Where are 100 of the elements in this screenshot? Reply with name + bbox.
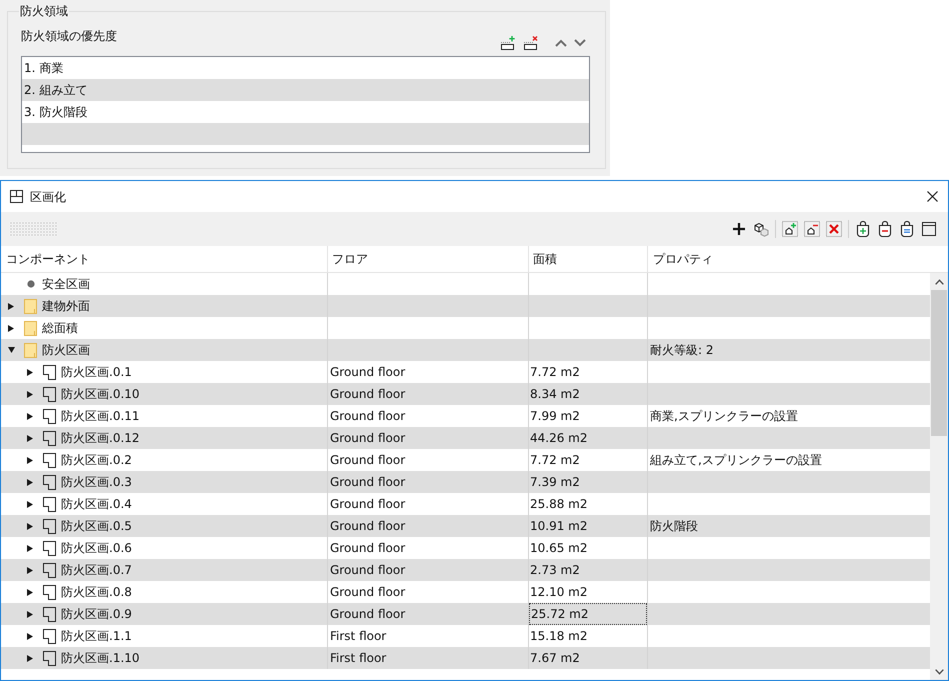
- caret-right-icon[interactable]: [8, 324, 14, 332]
- list-item[interactable]: 2. 組み立て: [22, 79, 589, 101]
- table-cell-text: 商業,スプリンクラーの設置: [650, 408, 798, 425]
- table-cell-text: 10.65 m2: [529, 540, 588, 557]
- chevron-down-icon[interactable]: [934, 668, 944, 674]
- cubes-icon[interactable]: [753, 221, 769, 237]
- window-icon[interactable]: [921, 221, 937, 237]
- scrollbar-thumb[interactable]: [931, 290, 947, 436]
- table-row[interactable]: 防火区画.0.10 Ground floor 8.34 m2: [1, 383, 930, 405]
- table-cell-text: Ground floor: [330, 518, 406, 535]
- bag-plus-icon[interactable]: [855, 221, 871, 237]
- tree-item-label: 防火区画.0.5: [61, 518, 132, 535]
- column-header[interactable]: 面積: [529, 246, 648, 272]
- table-cell-text: 44.26 m2: [529, 430, 588, 447]
- delete-icon[interactable]: [826, 221, 842, 237]
- caret-right-icon[interactable]: [27, 478, 33, 486]
- group-title: 防火領域: [19, 4, 69, 18]
- chevron-down-icon[interactable]: [574, 39, 586, 47]
- room-outline-icon: [43, 518, 56, 534]
- row-remove-icon[interactable]: [523, 36, 539, 50]
- room-outline-icon: [43, 364, 56, 380]
- plus-icon[interactable]: [731, 221, 747, 237]
- caret-down-icon[interactable]: [8, 347, 15, 353]
- tree-item-label: 防火区画.0.8: [61, 584, 132, 601]
- caret-right-icon[interactable]: [27, 456, 33, 464]
- window-title: 区画化: [30, 188, 66, 206]
- room-outline-icon: [43, 474, 56, 490]
- table-cell-text: 7.67 m2: [529, 650, 581, 667]
- column-header[interactable]: コンポーネント: [1, 246, 328, 272]
- column-header[interactable]: プロパティ: [648, 246, 930, 272]
- column-header[interactable]: フロア: [328, 246, 529, 272]
- list-label: 防火領域の優先度: [21, 28, 117, 45]
- tree-item-label: 防火区画.0.3: [61, 474, 132, 491]
- table-cell-text: 7.39 m2: [529, 474, 581, 491]
- table-cell-text: Ground floor: [330, 474, 406, 491]
- caret-right-icon[interactable]: [27, 654, 33, 662]
- tree-item-label: 総面積: [42, 320, 78, 337]
- room-outline-icon: [43, 386, 56, 402]
- table-cell-text: 7.99 m2: [529, 408, 581, 425]
- folder-icon: [24, 320, 37, 336]
- table-cell-text: 耐火等級: 2: [650, 342, 714, 359]
- caret-right-icon[interactable]: [27, 632, 33, 640]
- folder-icon: [24, 342, 37, 358]
- bag-minus-icon[interactable]: [877, 221, 893, 237]
- table-row[interactable]: 防火区画.1.10 First floor 7.67 m2: [1, 647, 930, 669]
- caret-right-icon[interactable]: [27, 434, 33, 442]
- table-cell-text: First floor: [330, 650, 386, 667]
- caret-right-icon[interactable]: [27, 610, 33, 618]
- chevron-up-icon[interactable]: [934, 278, 944, 284]
- table-cell-text: 25.88 m2: [529, 496, 588, 513]
- tree-item-label: 防火区画.0.7: [61, 562, 132, 579]
- tree-item-label: 建物外面: [42, 298, 90, 315]
- scrollbar[interactable]: [930, 273, 948, 680]
- table-row[interactable]: 防火区画.0.3 Ground floor 7.39 m2: [1, 471, 930, 493]
- bag-equals-icon[interactable]: [899, 221, 915, 237]
- table-cell-text: Ground floor: [330, 496, 406, 513]
- tree-item-label: 防火区画.0.11: [61, 408, 140, 425]
- table-cell-text: 防火階段: [650, 518, 698, 535]
- caret-right-icon[interactable]: [27, 500, 33, 508]
- caret-right-icon[interactable]: [27, 566, 33, 574]
- dotted-box-minus-icon[interactable]: [804, 221, 820, 237]
- table-cell-text: 7.72 m2: [529, 452, 581, 469]
- room-outline-icon: [43, 430, 56, 446]
- table-cell-text: Ground floor: [330, 562, 406, 579]
- table-row[interactable]: 防火区画.0.12 Ground floor 44.26 m2: [1, 427, 930, 449]
- close-icon[interactable]: [927, 191, 938, 202]
- caret-right-icon[interactable]: [27, 522, 33, 530]
- room-outline-icon: [43, 496, 56, 512]
- row-add-icon[interactable]: [500, 36, 516, 50]
- tree-item-label: 防火区画.0.9: [61, 606, 132, 623]
- table-row[interactable]: 建物外面: [1, 295, 930, 317]
- tree-item-label: 防火区画.1.10: [61, 650, 140, 667]
- caret-right-icon[interactable]: [27, 412, 33, 420]
- room-outline-icon: [43, 540, 56, 556]
- caret-right-icon[interactable]: [27, 588, 33, 596]
- chevron-up-icon[interactable]: [555, 39, 567, 47]
- table-cell-text: Ground floor: [330, 386, 406, 403]
- folder-icon: [24, 298, 37, 314]
- table-cell-text: Ground floor: [330, 606, 406, 623]
- table-row[interactable]: 防火区画.0.5 Ground floor 10.91 m2 防火階段: [1, 515, 930, 537]
- layout-grid-icon: [10, 190, 23, 203]
- room-outline-icon: [43, 562, 56, 578]
- table-row[interactable]: 防火区画.0.9 Ground floor 25.72 m2: [1, 603, 930, 625]
- caret-right-icon[interactable]: [8, 302, 14, 310]
- tree-item-label: 防火区画.0.12: [61, 430, 140, 447]
- caret-right-icon[interactable]: [27, 544, 33, 552]
- table-row[interactable]: 防火区画.0.7 Ground floor 2.73 m2: [1, 559, 930, 581]
- room-outline-icon: [43, 584, 56, 600]
- room-outline-icon: [43, 408, 56, 424]
- table-cell-text: Ground floor: [330, 452, 406, 469]
- table-cell-text: 8.34 m2: [529, 386, 581, 403]
- room-outline-icon: [43, 628, 56, 644]
- dotted-box-plus-icon[interactable]: [782, 221, 798, 237]
- tree-item-label: 防火区画.0.2: [61, 452, 132, 469]
- caret-right-icon[interactable]: [27, 368, 33, 376]
- tree-item-label: 防火区画.0.1: [61, 364, 132, 381]
- tree-item-label: 防火区画.0.6: [61, 540, 132, 557]
- table-row[interactable]: 防火区画 耐火等級: 2: [1, 339, 930, 361]
- caret-right-icon[interactable]: [27, 390, 33, 398]
- tree-item-label: 防火区画: [42, 342, 90, 359]
